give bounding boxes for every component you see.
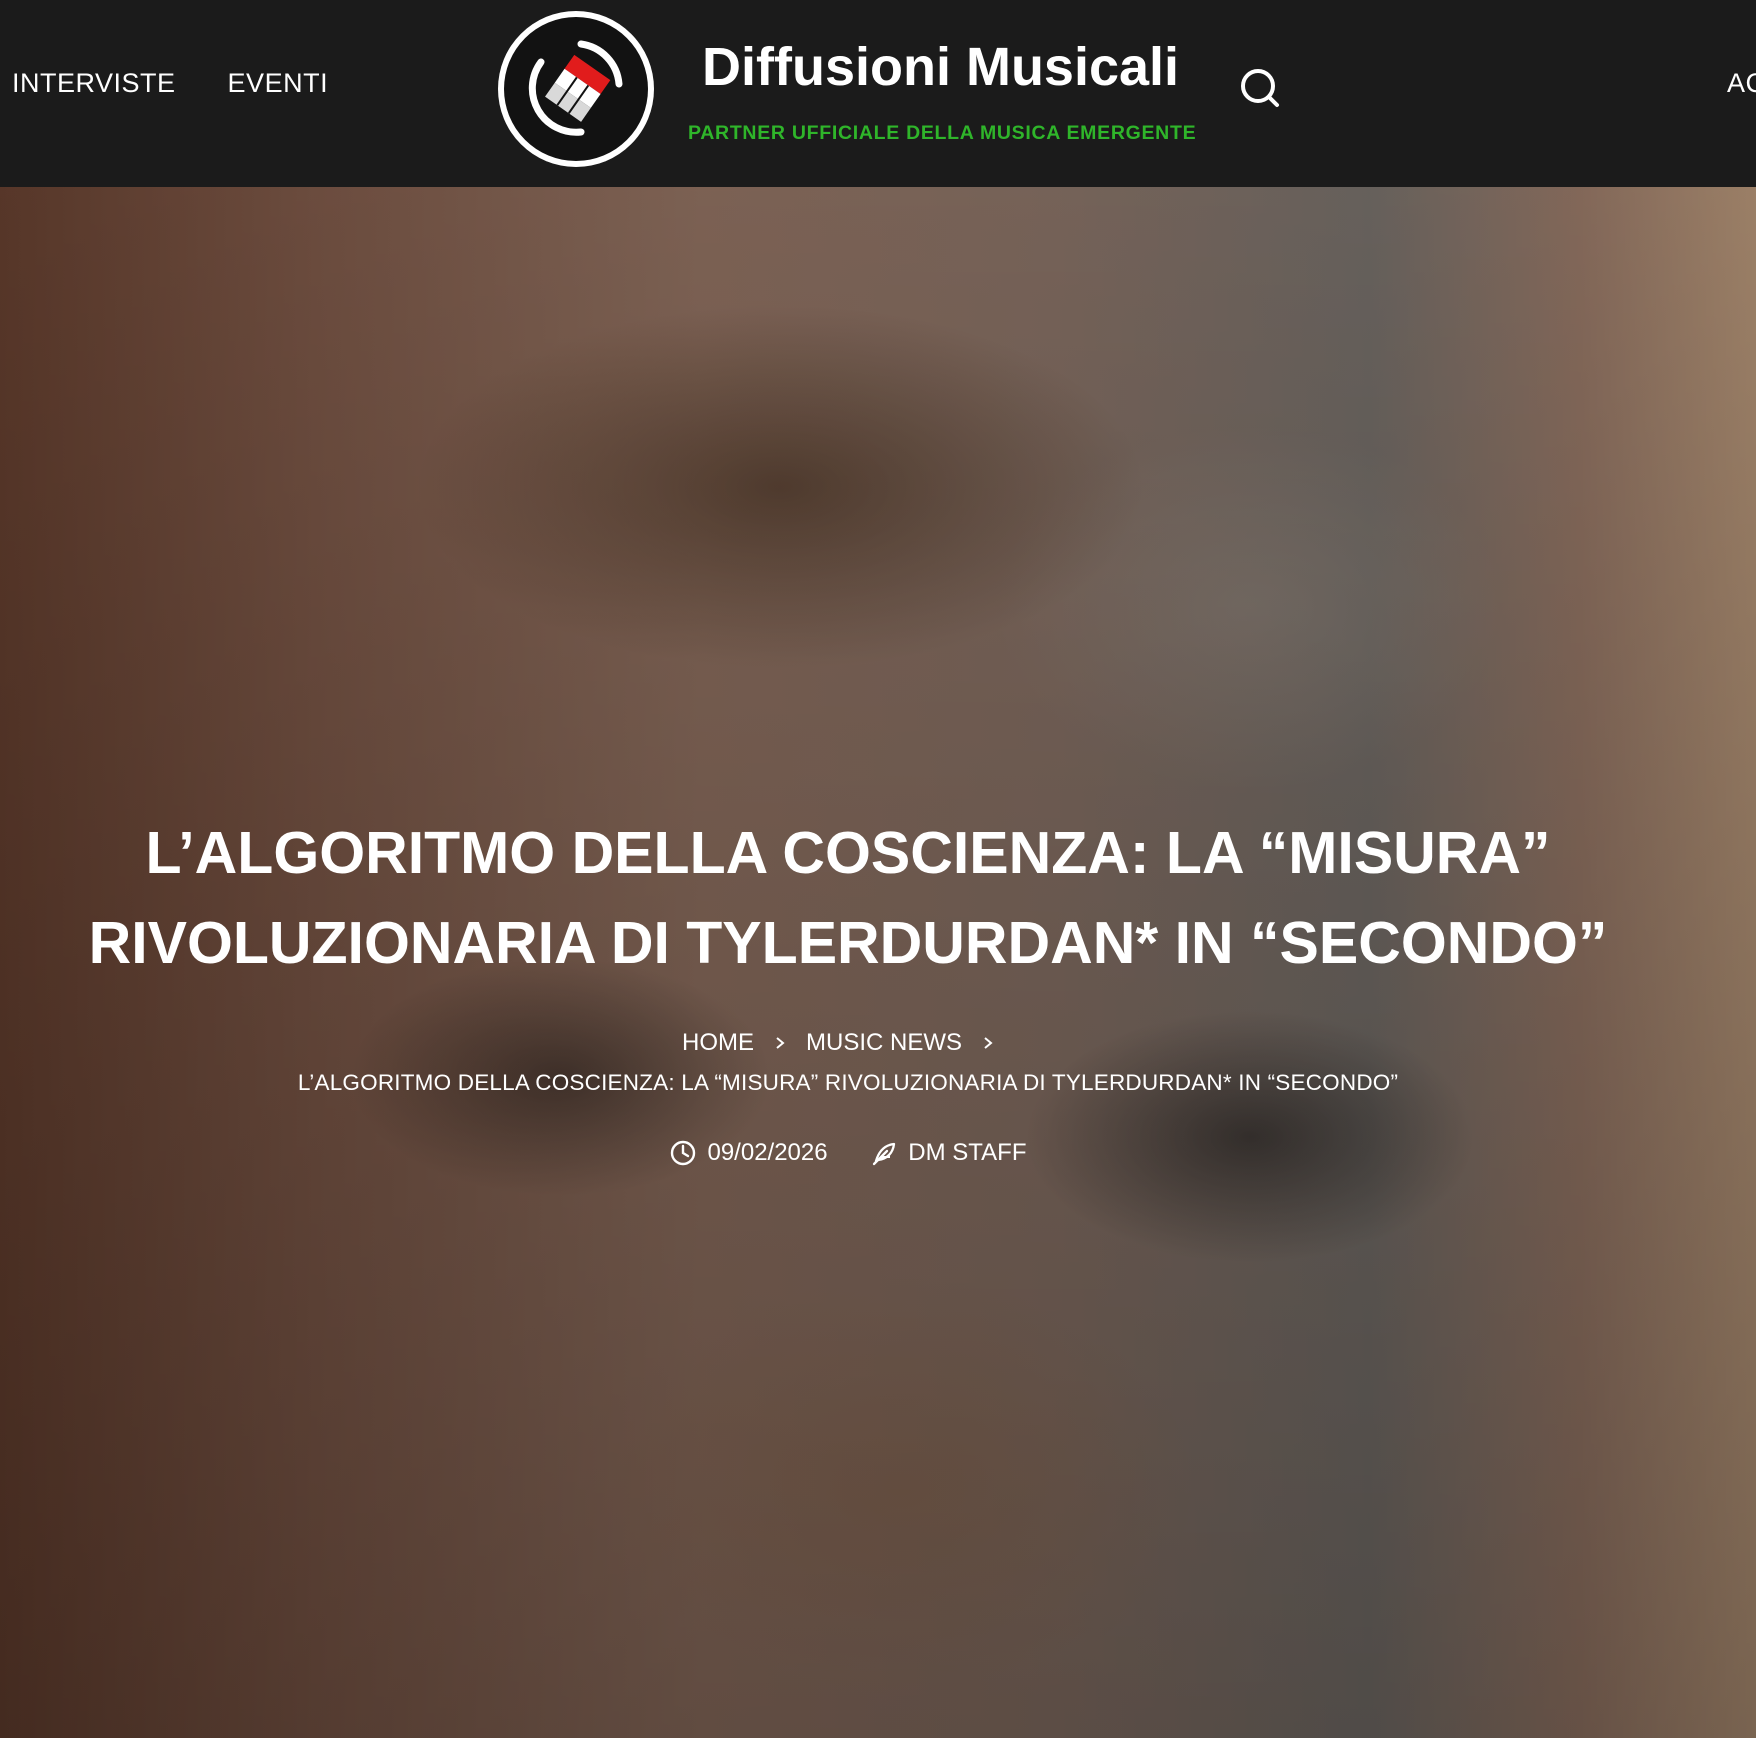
- nav-link-eventi[interactable]: EVENTI: [228, 68, 329, 99]
- post-title-line-2: RIVOLUZIONARIA DI TYLERDURDAN* IN “SECON…: [88, 910, 1608, 976]
- breadcrumb-home[interactable]: HOME: [682, 1029, 754, 1056]
- post-title-line-1: L’ALGORITMO DELLA COSCIENZA: LA “MISURA”: [145, 820, 1551, 886]
- post-hero: L’ALGORITMO DELLA COSCIENZA: LA “MISURA”…: [0, 187, 1756, 1738]
- vinyl-flag-logo-icon[interactable]: [495, 8, 657, 170]
- post-meta: 09/02/2026 DM STAFF: [78, 1139, 1618, 1174]
- post-date-text: 09/02/2026: [707, 1139, 828, 1166]
- post-date: 09/02/2026: [669, 1139, 828, 1167]
- search-icon[interactable]: [1236, 64, 1284, 112]
- site-header: INTERVISTE EVENTI Diffusioni Musicali PA…: [0, 0, 1756, 187]
- site-title[interactable]: Diffusioni Musicali: [702, 36, 1179, 98]
- feather-icon: [873, 1142, 896, 1166]
- post-author[interactable]: DM STAFF: [870, 1139, 1027, 1167]
- post-author-name[interactable]: DM STAFF: [908, 1139, 1026, 1167]
- breadcrumb-category[interactable]: MUSIC NEWS: [806, 1029, 962, 1056]
- breadcrumb: HOME MUSIC NEWS L’ALGORITMO DELLA COSCIEN…: [78, 1023, 1618, 1103]
- breadcrumb-current: L’ALGORITMO DELLA COSCIENZA: LA “MISURA”…: [297, 1070, 1399, 1095]
- chevron-right-icon: [984, 1037, 993, 1049]
- nav-link-partial[interactable]: AC: [1727, 68, 1756, 99]
- site-tagline: PARTNER UFFICIALE DELLA MUSICA EMERGENTE: [688, 122, 1197, 144]
- post-title: L’ALGORITMO DELLA COSCIENZA: LA “MISURA”…: [78, 808, 1618, 988]
- primary-nav-left: INTERVISTE EVENTI: [12, 68, 328, 99]
- nav-link-interviste[interactable]: INTERVISTE: [12, 68, 176, 99]
- chevron-right-icon: [776, 1037, 785, 1049]
- clock-icon: [671, 1140, 696, 1166]
